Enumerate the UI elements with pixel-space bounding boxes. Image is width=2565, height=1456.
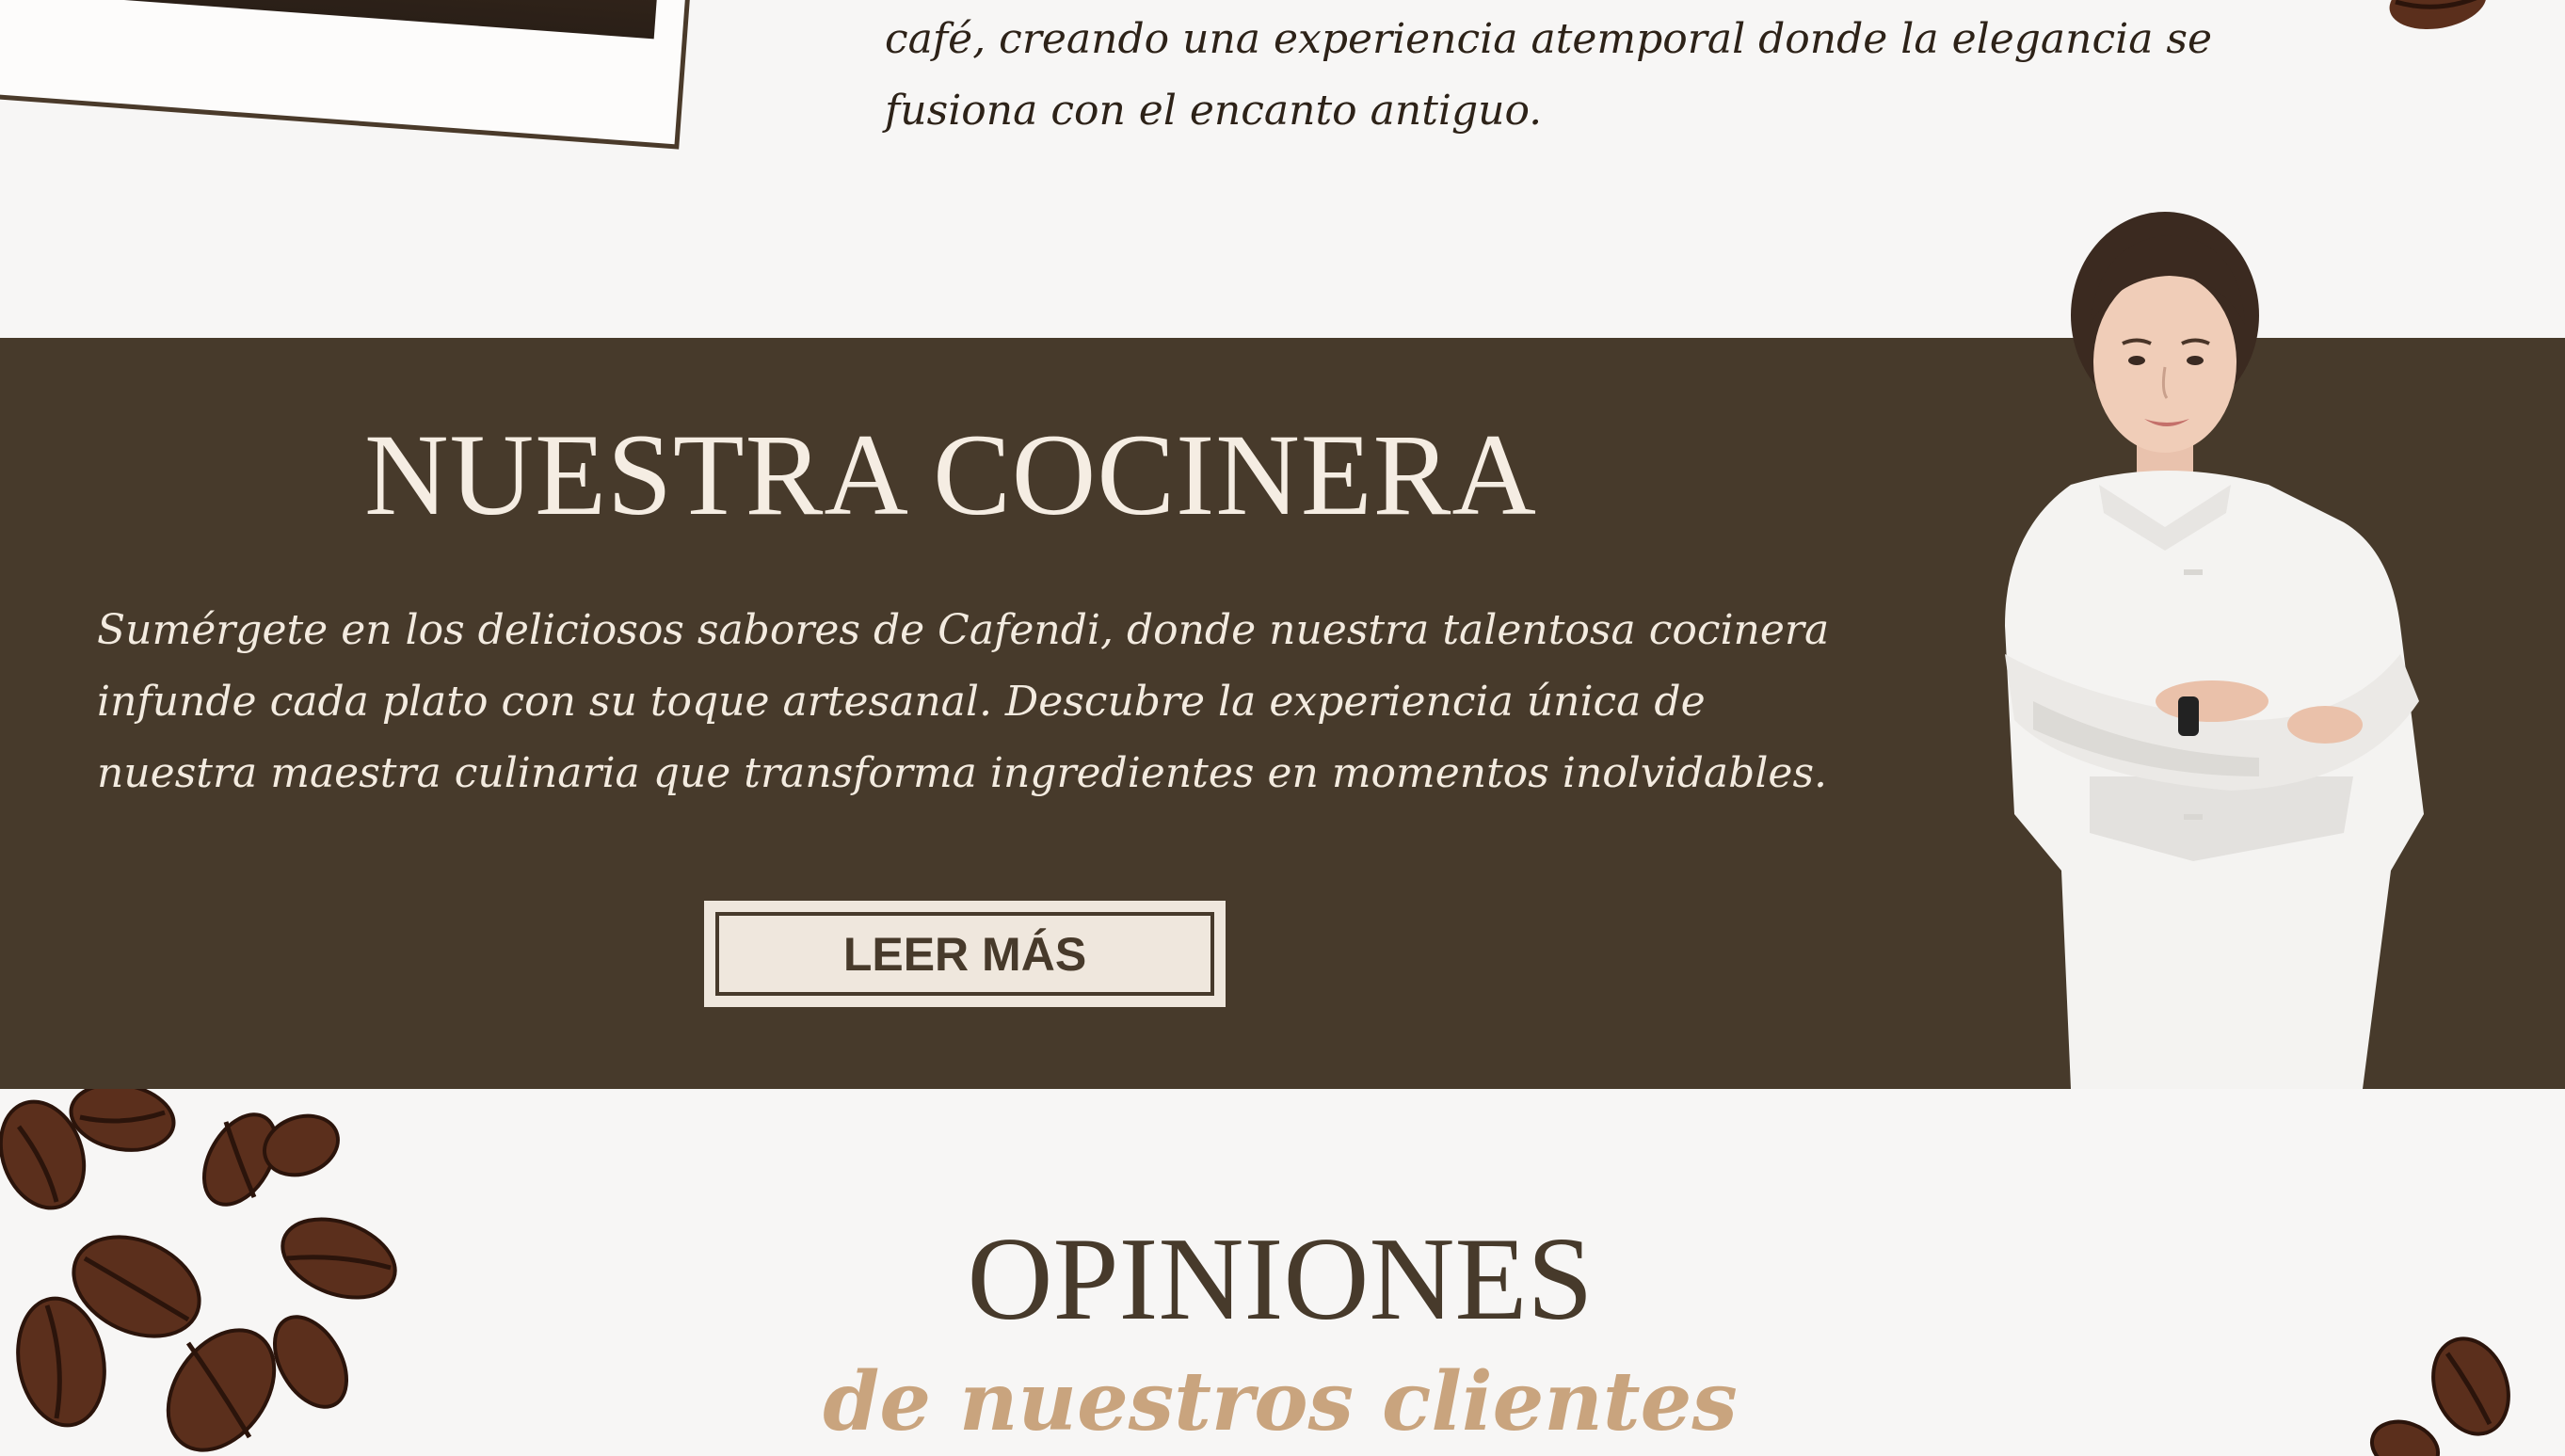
read-more-label: LEER MÁS [715,912,1214,996]
coffee-beans-top-right [2389,0,2487,30]
cafe-photo [0,0,663,40]
coffee-beans-bottom-right [2370,1336,2510,1456]
chef-portrait [2005,212,2424,1089]
intro-line-1: café, creando una experiencia atemporal … [885,15,2213,63]
intro-line-2: fusiona con el encanto antiguo. [885,87,1543,135]
opinions-subtitle: de nuestros clientes [823,1354,1738,1449]
chef-text-line-1: Sumérgete en los deliciosos sabores de C… [97,606,1830,654]
photo-frame [0,0,714,165]
opinions-title: OPINIONES [967,1214,1594,1345]
chef-section-description: Sumérgete en los deliciosos sabores de C… [97,595,1885,809]
chef-text-line-3: nuestra maestra culinaria que transforma… [97,749,1828,797]
chef-text-line-2: infunde cada plato con su toque artesana… [97,678,1706,726]
coffee-beans-bottom-left [0,1089,397,1452]
intro-paragraph: café, creando una experiencia atemporal … [885,4,2268,147]
read-more-button[interactable]: LEER MÁS [704,901,1226,1007]
chef-section-title: NUESTRA COCINERA [364,410,1537,539]
